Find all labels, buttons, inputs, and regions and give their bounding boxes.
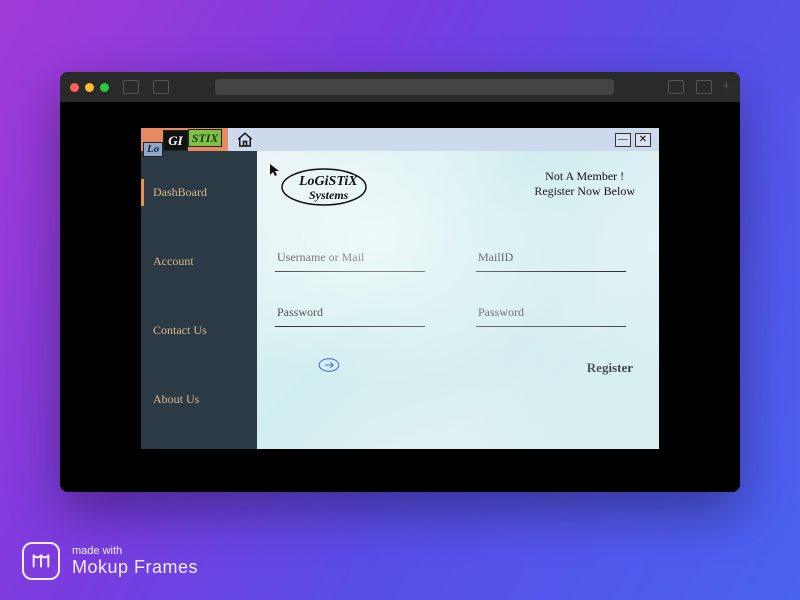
browser-titlebar: +	[60, 72, 740, 102]
register-prompt-line1: Not A Member !	[534, 169, 635, 184]
cursor-icon	[269, 163, 283, 177]
login-form	[275, 247, 440, 327]
watermark-icon	[22, 542, 60, 580]
logo-chip-lo: Lo	[143, 142, 163, 157]
browser-viewport: Lo GI STIX — ✕	[60, 102, 740, 492]
app-logo: Lo GI STIX	[141, 128, 224, 151]
main-content: LoGiSTiX Systems Not A Member ! Register…	[257, 151, 659, 449]
tab-overview-icon[interactable]	[153, 80, 169, 94]
app-body: DashBoard Account Contact Us About Us	[141, 151, 659, 449]
content-header: LoGiSTiX Systems Not A Member ! Register…	[275, 165, 641, 215]
watermark-big: Mokup Frames	[72, 557, 198, 578]
register-prompt-line2: Register Now Below	[534, 184, 635, 199]
zoom-dot[interactable]	[100, 83, 109, 92]
watermark: made with Mokup Frames	[22, 542, 198, 580]
register-button[interactable]: Register	[587, 360, 633, 376]
close-button[interactable]: ✕	[635, 133, 651, 147]
traffic-lights	[70, 83, 109, 92]
home-icon[interactable]	[236, 131, 254, 149]
login-username-input[interactable]	[275, 247, 425, 272]
sidebar-item-about[interactable]: About Us	[141, 380, 257, 419]
titlebar-right: — ✕	[228, 128, 659, 151]
download-icon[interactable]	[668, 80, 684, 94]
sidebar-item-contact[interactable]: Contact Us	[141, 311, 257, 350]
close-dot[interactable]	[70, 83, 79, 92]
logo-chip-gi: GI	[163, 130, 187, 151]
forms-row	[275, 247, 641, 327]
app-window: Lo GI STIX — ✕	[141, 128, 659, 448]
register-form	[476, 247, 641, 327]
minimize-dot[interactable]	[85, 83, 94, 92]
logo-chip-stix: STIX	[188, 129, 223, 147]
login-submit-icon[interactable]	[315, 355, 343, 380]
register-mail-input[interactable]	[476, 247, 626, 272]
tabs-icon[interactable]	[696, 80, 712, 94]
address-bar[interactable]	[215, 79, 614, 95]
sidebar-toggle-icon[interactable]	[123, 80, 139, 94]
brand-logo: LoGiSTiX Systems	[275, 165, 395, 215]
brand-line2: Systems	[309, 189, 358, 201]
sidebar-item-account[interactable]: Account	[141, 242, 257, 281]
browser-window: + Lo GI STIX — ✕	[60, 72, 740, 492]
browser-right-controls	[660, 80, 712, 94]
brand-line1: LoGiSTiX	[299, 174, 358, 189]
sidebar: DashBoard Account Contact Us About Us	[141, 151, 257, 449]
app-titlebar: Lo GI STIX — ✕	[141, 128, 659, 151]
actions-row: Register	[275, 355, 641, 380]
register-password-input[interactable]	[476, 302, 626, 327]
watermark-small: made with	[72, 545, 198, 557]
login-password-input[interactable]	[275, 302, 425, 327]
sidebar-item-dashboard[interactable]: DashBoard	[141, 173, 257, 212]
register-prompt: Not A Member ! Register Now Below	[534, 169, 635, 199]
new-tab-icon[interactable]: +	[722, 79, 730, 95]
minimize-button[interactable]: —	[615, 133, 631, 147]
window-buttons: — ✕	[615, 133, 651, 147]
